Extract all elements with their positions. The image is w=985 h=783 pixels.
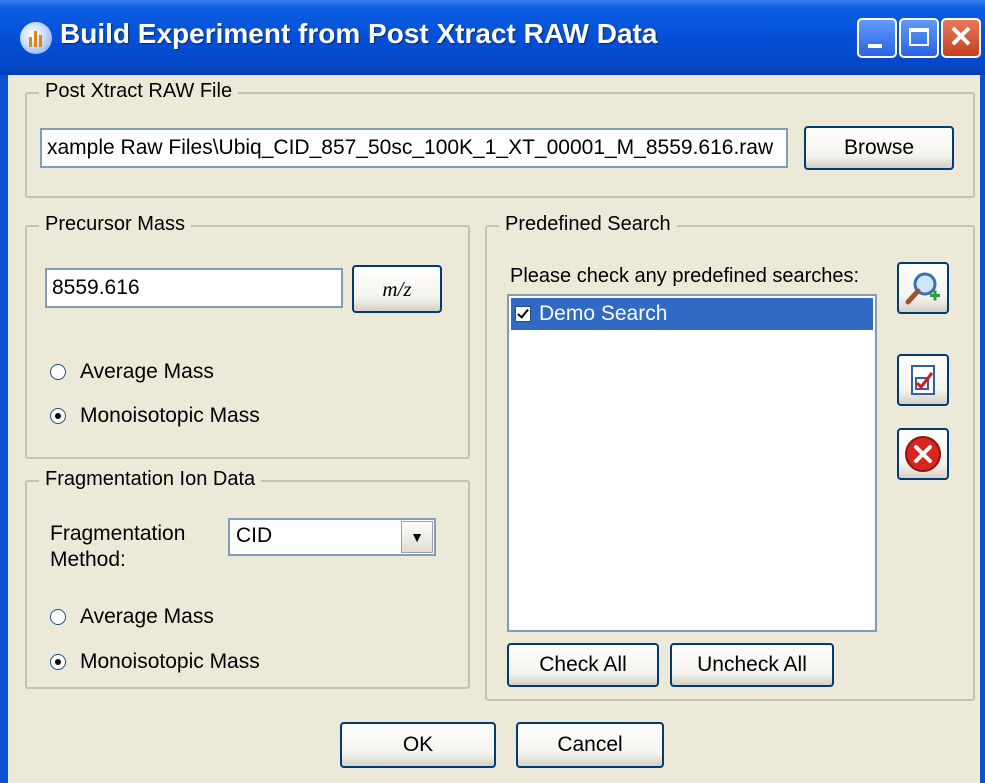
minimize-icon xyxy=(868,44,882,48)
delete-search-button[interactable] xyxy=(897,428,949,480)
fragmentation-method-value: CID xyxy=(236,524,273,547)
fragmentation-method-select[interactable]: CID ▼ xyxy=(228,518,436,556)
window-frame-left xyxy=(0,75,8,783)
demo-search-checkbox[interactable] xyxy=(515,306,531,322)
close-button[interactable]: ✕ xyxy=(941,18,981,58)
close-icon: ✕ xyxy=(948,21,974,54)
title-bar[interactable]: Build Experiment from Post Xtract RAW Da… xyxy=(0,0,985,75)
precursor-mono-label: Monoisotopic Mass xyxy=(80,404,260,427)
ok-button[interactable]: OK xyxy=(340,722,496,768)
raw-file-path-input[interactable]: xample Raw Files\Ubiq_CID_857_50sc_100K_… xyxy=(40,128,788,168)
app-icon xyxy=(20,22,52,54)
uncheck-all-button[interactable]: Uncheck All xyxy=(670,643,834,687)
fragmentation-method-label-line2: Method: xyxy=(50,548,126,571)
maximize-button[interactable] xyxy=(899,18,939,58)
fragmentation-method-label-line1: Fragmentation xyxy=(50,522,186,545)
fragmentation-mono-radio[interactable] xyxy=(50,654,66,670)
fragmentation-mono-option[interactable]: Monoisotopic Mass xyxy=(50,650,260,674)
window-title: Build Experiment from Post Xtract RAW Da… xyxy=(60,18,658,49)
edit-search-button[interactable] xyxy=(897,354,949,406)
cancel-button[interactable]: Cancel xyxy=(516,722,664,768)
precursor-mono-radio[interactable] xyxy=(50,408,66,424)
predefined-search-prompt: Please check any predefined searches: xyxy=(510,265,860,287)
fragmentation-average-option[interactable]: Average Mass xyxy=(50,605,214,629)
fragmentation-average-radio[interactable] xyxy=(50,609,66,625)
precursor-average-label: Average Mass xyxy=(80,360,214,383)
precursor-mono-option[interactable]: Monoisotopic Mass xyxy=(50,404,260,428)
minimize-button[interactable] xyxy=(857,18,897,58)
mz-button[interactable]: m/z xyxy=(352,265,442,313)
add-search-icon xyxy=(905,272,940,305)
raw-file-legend: Post Xtract RAW File xyxy=(39,80,239,103)
raw-file-path-text: xample Raw Files\Ubiq_CID_857_50sc_100K_… xyxy=(47,136,774,159)
browse-button[interactable]: Browse xyxy=(804,126,954,170)
precursor-mass-input[interactable]: 8559.616 xyxy=(45,268,343,308)
check-all-button[interactable]: Check All xyxy=(507,643,659,687)
fragmentation-legend: Fragmentation Ion Data xyxy=(39,468,262,491)
window-frame-right xyxy=(980,75,985,783)
maximize-icon xyxy=(909,28,929,46)
delete-search-icon xyxy=(905,436,941,472)
fragmentation-average-label: Average Mass xyxy=(80,605,214,628)
precursor-mass-value: 8559.616 xyxy=(52,276,140,299)
precursor-mass-legend: Precursor Mass xyxy=(39,213,192,236)
demo-search-label: Demo Search xyxy=(539,302,668,325)
add-search-button[interactable] xyxy=(897,262,949,314)
precursor-average-option[interactable]: Average Mass xyxy=(50,360,214,384)
fragmentation-mono-label: Monoisotopic Mass xyxy=(80,650,260,673)
predefined-search-legend: Predefined Search xyxy=(499,213,677,236)
predefined-search-list[interactable]: Demo Search xyxy=(507,294,877,632)
dropdown-arrow-icon[interactable]: ▼ xyxy=(401,521,433,553)
precursor-average-radio[interactable] xyxy=(50,364,66,380)
edit-search-icon xyxy=(911,365,935,395)
list-item-demo-search[interactable]: Demo Search xyxy=(511,298,873,330)
